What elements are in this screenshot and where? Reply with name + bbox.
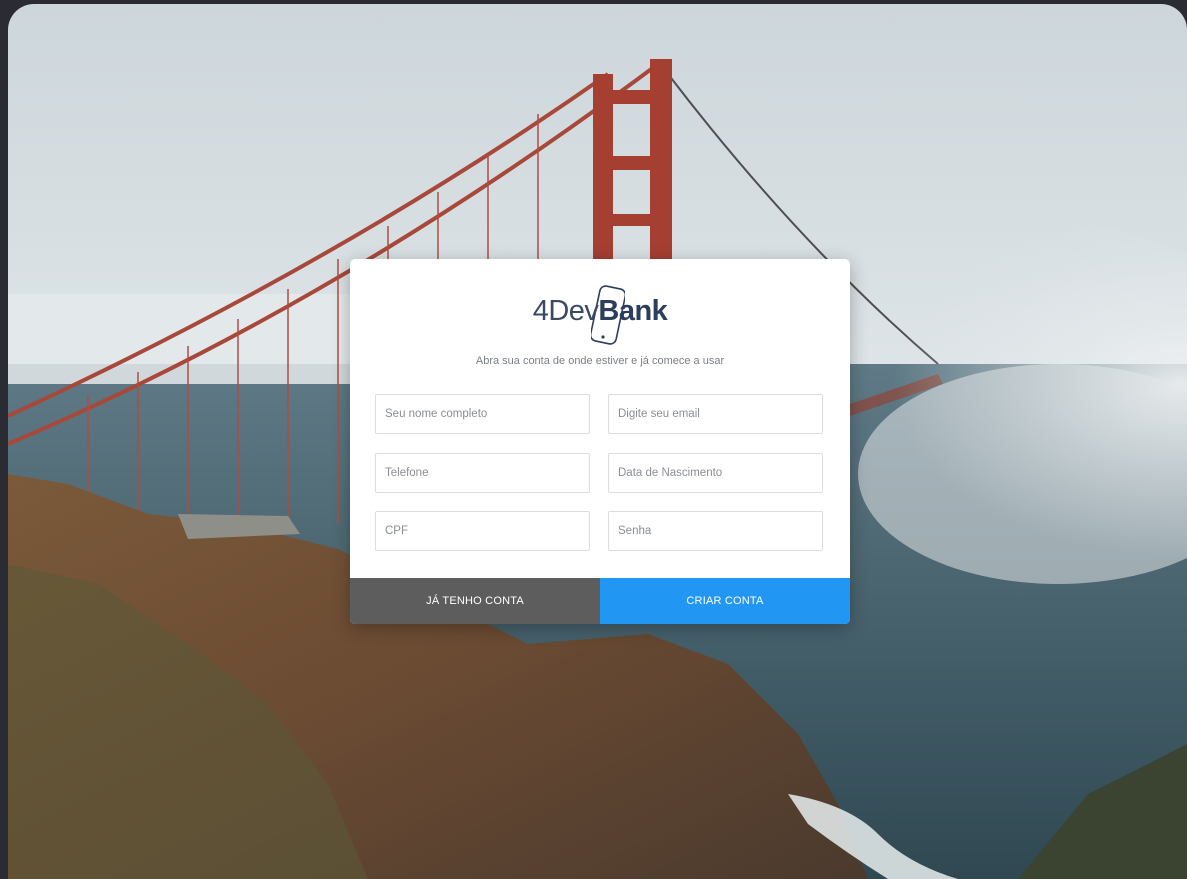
tagline: Abra sua conta de onde estiver e já come…	[475, 355, 725, 367]
password-input[interactable]	[609, 512, 822, 550]
create-account-button[interactable]: CRIAR CONTA	[600, 578, 850, 624]
password-field	[608, 511, 823, 551]
phone-field	[375, 453, 590, 493]
email-field	[608, 394, 823, 434]
signup-card: 4Dev Bank Abra sua conta de onde estiver …	[350, 259, 850, 624]
logo-text-light: 4Dev	[532, 294, 599, 327]
app-window: 4Dev Bank Abra sua conta de onde estiver …	[8, 4, 1187, 879]
login-button[interactable]: JÁ TENHO CONTA	[350, 578, 600, 624]
logo-wordmark: 4Dev Bank	[532, 284, 668, 345]
brand-logo: 4Dev Bank	[350, 279, 850, 345]
email-input[interactable]	[609, 395, 822, 433]
cpf-input[interactable]	[376, 512, 589, 550]
name-input[interactable]	[376, 395, 589, 433]
phone-input[interactable]	[376, 454, 589, 492]
birthdate-field	[608, 453, 823, 493]
name-field	[375, 394, 590, 434]
birthdate-input[interactable]	[609, 454, 822, 492]
logo-text-bold: Bank	[598, 294, 668, 327]
cpf-field	[375, 511, 590, 551]
